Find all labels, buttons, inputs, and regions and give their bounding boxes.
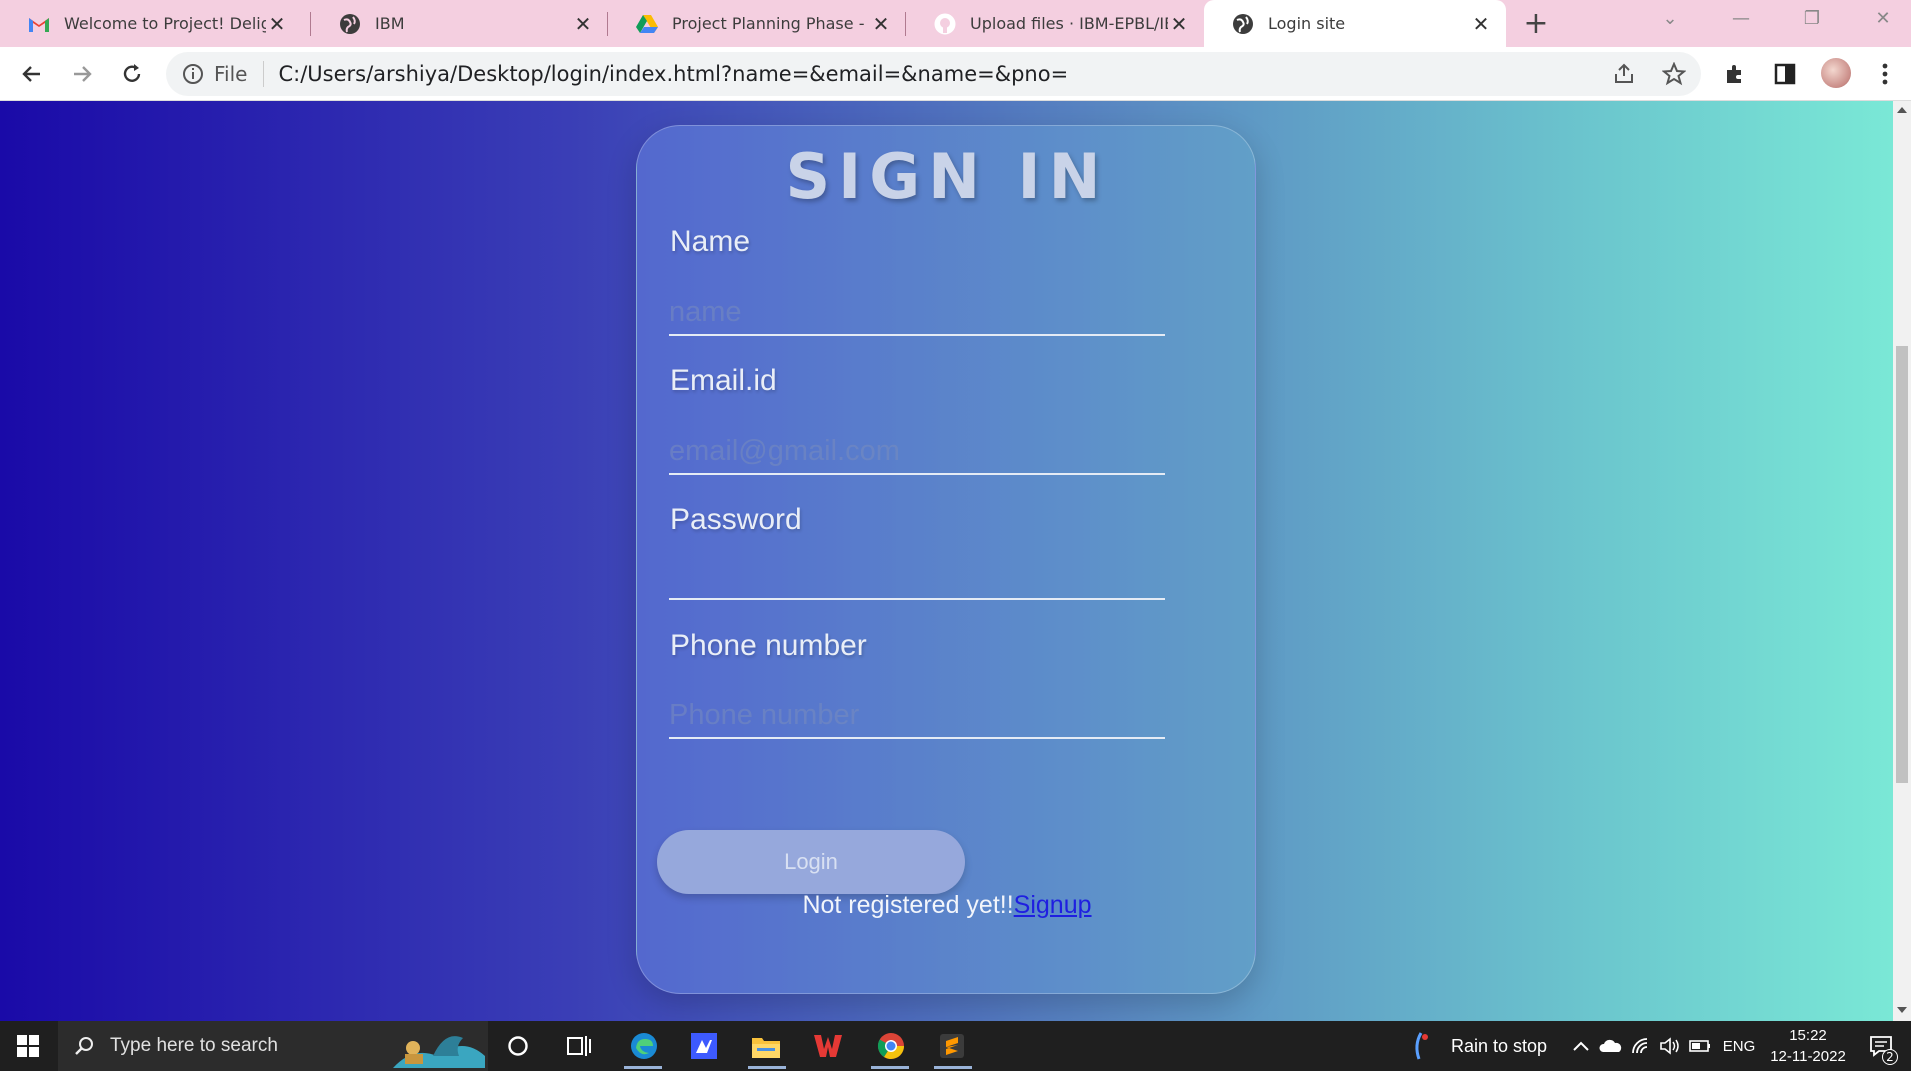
language-indicator[interactable]: ENG [1718, 1021, 1760, 1071]
tab-ibm[interactable]: IBM ✕ [311, 0, 608, 47]
chevron-up-icon[interactable] [1568, 1021, 1594, 1071]
email-input[interactable] [669, 429, 1165, 473]
signup-link[interactable]: Signup [1014, 891, 1092, 919]
onedrive-icon[interactable] [1596, 1021, 1626, 1071]
tab-strip: Welcome to Project! Delighte ✕ IBM ✕ Pro… [0, 0, 1911, 47]
extensions-icon[interactable] [1719, 58, 1751, 90]
app-active-indicator [871, 1066, 909, 1069]
windows-taskbar: Type here to search Rain to stop ENG 15:… [0, 1021, 1911, 1071]
close-icon[interactable]: ✕ [870, 12, 892, 36]
forward-icon[interactable] [66, 58, 98, 90]
page-title: SIGN IN [785, 140, 1109, 213]
login-button[interactable]: Login [657, 830, 965, 894]
name-input[interactable] [669, 290, 1165, 334]
name-label: Name [670, 225, 751, 258]
wps-office-icon[interactable] [802, 1021, 854, 1071]
tab-gmail[interactable]: Welcome to Project! Delighte ✕ [0, 0, 302, 47]
tab-search-icon[interactable]: ⌄ [1644, 0, 1696, 36]
address-bar[interactable]: File C:/Users/arshiya/Desktop/login/inde… [166, 52, 1701, 96]
tab-drive[interactable]: Project Planning Phase - Goo ✕ [608, 0, 906, 47]
battery-icon[interactable] [1686, 1021, 1714, 1071]
weather-text[interactable]: Rain to stop [1440, 1021, 1558, 1071]
side-panel-icon[interactable] [1769, 58, 1801, 90]
close-icon[interactable]: ✕ [1168, 12, 1190, 36]
page-scrollbar[interactable] [1893, 101, 1911, 1021]
scheme-label: File [214, 62, 248, 86]
tab-login-site[interactable]: Login site ✕ [1204, 0, 1506, 47]
register-prompt: Not registered yet!!Signup [637, 891, 1257, 920]
divider [263, 61, 265, 87]
url-text[interactable]: C:/Users/arshiya/Desktop/login/index.htm… [278, 62, 1068, 86]
share-icon[interactable] [1610, 60, 1638, 88]
phone-field-wrapper [669, 693, 1165, 739]
scroll-up-icon[interactable] [1897, 107, 1907, 113]
minimize-icon[interactable]: — [1715, 0, 1767, 36]
clock-time: 15:22 [1789, 1027, 1827, 1044]
profile-avatar[interactable] [1821, 58, 1851, 88]
back-icon[interactable] [16, 58, 48, 90]
info-icon[interactable] [182, 63, 204, 85]
visual-studio-code-icon[interactable] [678, 1021, 730, 1071]
clock-date: 12-11-2022 [1770, 1048, 1846, 1065]
task-view-icon[interactable] [553, 1021, 605, 1071]
close-icon[interactable]: ✕ [572, 12, 594, 36]
notification-icon[interactable]: 2 [1862, 1021, 1902, 1071]
taskbar-clock[interactable]: 15:22 12-11-2022 [1763, 1025, 1853, 1067]
password-field-wrapper [669, 554, 1165, 600]
email-field-wrapper [669, 429, 1165, 475]
browser-toolbar: File C:/Users/arshiya/Desktop/login/inde… [0, 47, 1911, 101]
volume-icon[interactable] [1656, 1021, 1684, 1071]
name-field-wrapper [669, 290, 1165, 336]
weather-icon[interactable] [1408, 1021, 1434, 1071]
reload-icon[interactable] [116, 58, 148, 90]
new-tab-icon[interactable]: + [1520, 0, 1552, 47]
github-icon [934, 13, 956, 35]
wifi-icon[interactable] [1628, 1021, 1656, 1071]
search-icon [74, 1036, 94, 1056]
tab-title: Welcome to Project! Delighte [64, 14, 266, 33]
tab-title: Project Planning Phase - Goo [672, 14, 870, 33]
app-active-indicator [934, 1066, 972, 1069]
phone-input[interactable] [669, 693, 1165, 737]
app-active-indicator [748, 1066, 786, 1069]
edge-icon[interactable] [616, 1021, 672, 1071]
close-window-icon[interactable]: ✕ [1857, 0, 1909, 36]
gmail-icon [28, 13, 50, 35]
sublime-text-icon[interactable] [926, 1021, 978, 1071]
windows-start-icon[interactable] [0, 1021, 56, 1071]
close-icon[interactable]: ✕ [266, 12, 288, 36]
tab-title: IBM [375, 14, 405, 33]
scroll-down-icon[interactable] [1897, 1007, 1907, 1013]
scroll-thumb[interactable] [1896, 346, 1908, 783]
globe-icon [339, 13, 361, 35]
app-active-indicator [624, 1066, 662, 1069]
file-explorer-icon[interactable] [740, 1021, 792, 1071]
email-label: Email.id [670, 364, 777, 397]
password-label: Password [670, 503, 802, 536]
phone-label: Phone number [670, 629, 867, 662]
globe-icon [1232, 13, 1254, 35]
notification-count: 2 [1882, 1049, 1898, 1065]
tab-title: Login site [1268, 14, 1346, 33]
page-viewport: SIGN IN Name Email.id Password Phone num… [0, 101, 1893, 1021]
cortana-icon[interactable] [492, 1021, 544, 1071]
taskbar-search[interactable]: Type here to search [58, 1021, 488, 1071]
tab-title: Upload files · IBM-EPBL/IBM- [970, 14, 1168, 33]
chrome-icon[interactable] [863, 1021, 919, 1071]
search-highlight-illustration [393, 1026, 485, 1068]
register-text: Not registered yet!! [802, 891, 1014, 919]
restore-icon[interactable]: ❐ [1786, 0, 1838, 36]
google-drive-icon [636, 13, 658, 35]
tab-github[interactable]: Upload files · IBM-EPBL/IBM- ✕ [906, 0, 1204, 47]
signin-card: SIGN IN Name Email.id Password Phone num… [636, 125, 1256, 994]
close-icon[interactable]: ✕ [1470, 12, 1492, 36]
search-placeholder: Type here to search [110, 1035, 278, 1056]
password-input[interactable] [669, 554, 1165, 598]
bookmark-star-icon[interactable] [1660, 60, 1688, 88]
menu-icon[interactable] [1869, 58, 1901, 90]
